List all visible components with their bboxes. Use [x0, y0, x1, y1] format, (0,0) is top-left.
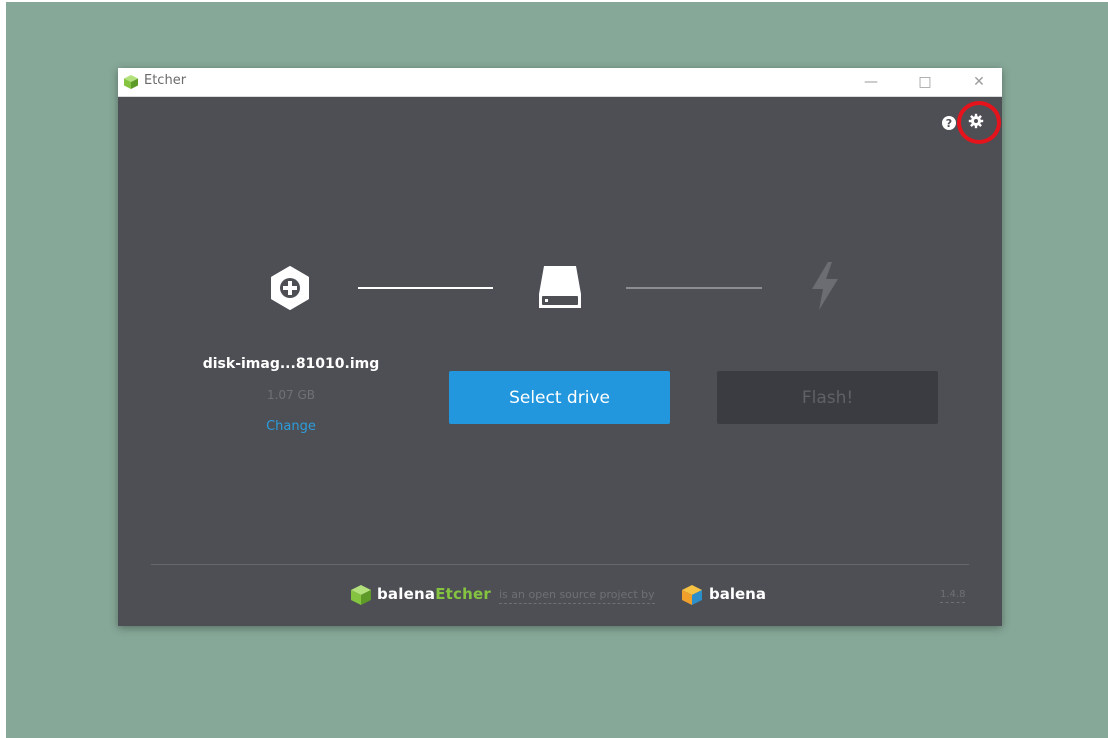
title-bar[interactable]: Etcher — □ ✕	[118, 68, 1002, 97]
footer: balenaEtcher is an open source project b…	[118, 582, 1002, 612]
select-drive-button[interactable]: Select drive	[449, 371, 670, 424]
minimize-button[interactable]: —	[848, 68, 894, 96]
svg-text:?: ?	[946, 117, 952, 130]
maximize-icon: □	[918, 74, 932, 90]
brand-product: Etcher	[435, 585, 491, 603]
balena-etcher-logo-icon[interactable]	[350, 584, 372, 606]
help-icon[interactable]: ?	[941, 115, 957, 131]
close-button[interactable]: ✕	[956, 68, 1002, 96]
brand-prefix: balena	[377, 585, 436, 603]
maximize-button[interactable]: □	[902, 68, 948, 96]
selected-image-size: 1.07 GB	[266, 388, 316, 402]
app-icon	[124, 75, 138, 89]
footer-divider	[151, 564, 969, 565]
close-icon: ✕	[973, 74, 985, 90]
step-connector-1	[358, 287, 493, 289]
lightning-icon	[812, 262, 838, 310]
etcher-window: Etcher — □ ✕ ? disk-imag...81010.img 1.0…	[118, 68, 1002, 626]
flash-button[interactable]: Flash!	[717, 371, 938, 424]
main-content: ? disk-imag...81010.img 1.07 GB Change S…	[118, 96, 1002, 626]
balena-logo-icon[interactable]	[681, 584, 703, 606]
minimize-icon: —	[864, 74, 878, 90]
balena-etcher-brand[interactable]: balenaEtcher	[377, 585, 491, 603]
settings-highlight-circle	[957, 101, 1001, 144]
open-source-tagline-link[interactable]: is an open source project by	[499, 588, 655, 604]
version-label[interactable]: 1.4.8	[940, 589, 966, 603]
step-connector-2	[626, 287, 762, 289]
balena-company-link[interactable]: balena	[709, 585, 766, 603]
plus-hexagon-icon[interactable]	[270, 266, 310, 310]
drive-icon[interactable]	[538, 264, 582, 310]
window-title: Etcher	[144, 73, 187, 88]
selected-image-name: disk-imag...81010.img	[202, 356, 380, 372]
change-image-link[interactable]: Change	[198, 419, 384, 434]
